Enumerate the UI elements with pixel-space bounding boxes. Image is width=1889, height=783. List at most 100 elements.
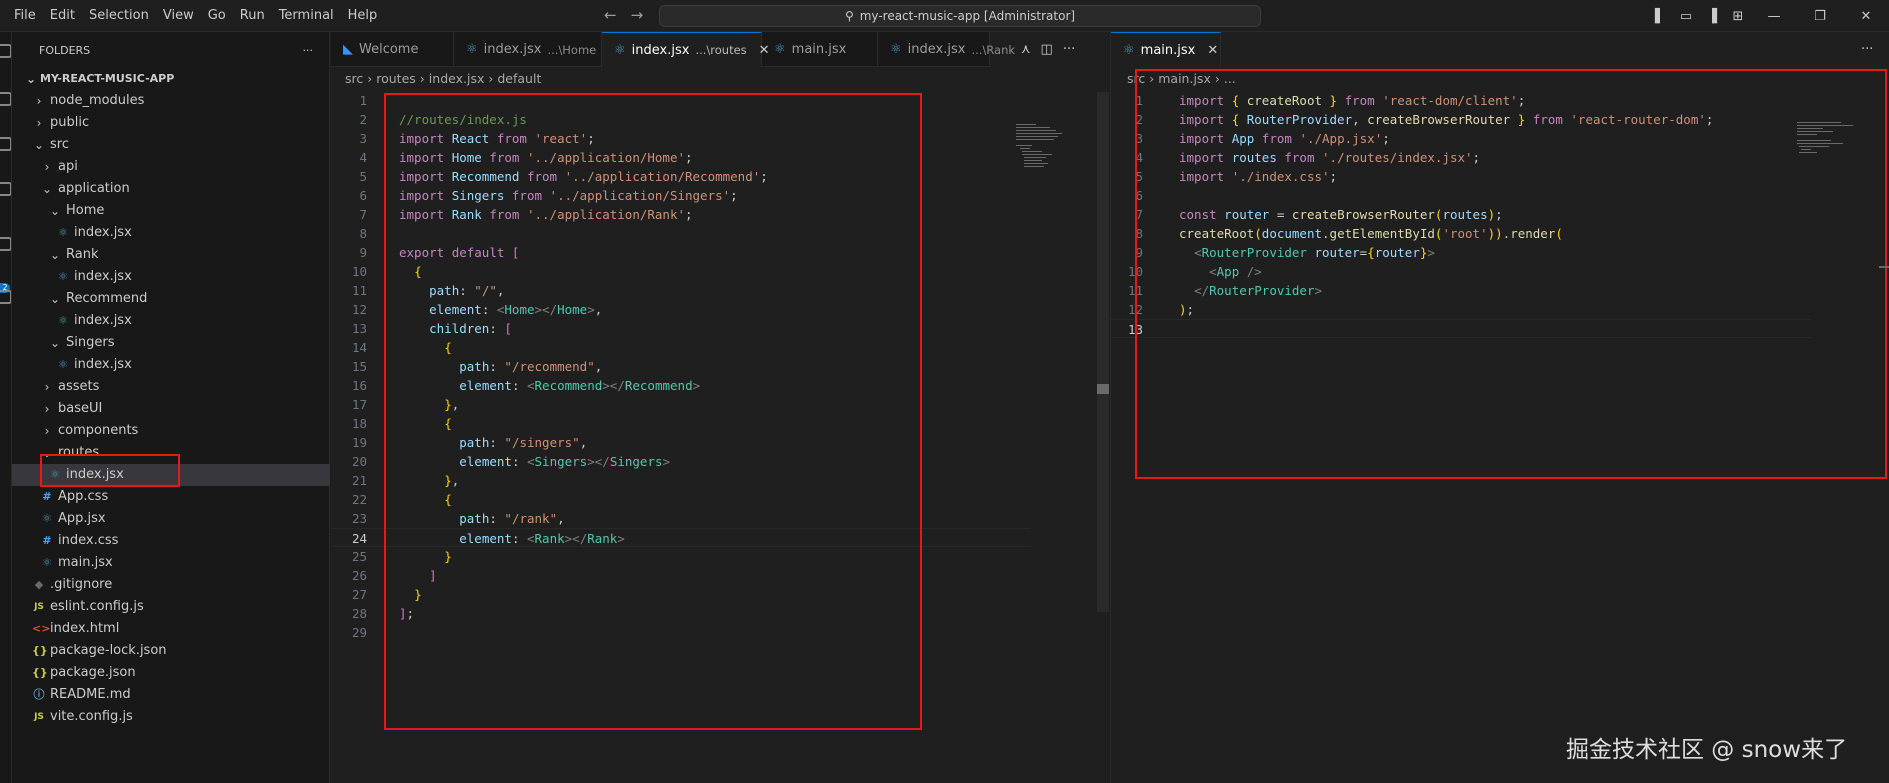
nav-arrows: ← → bbox=[604, 6, 643, 24]
chevron-right-icon: › bbox=[36, 94, 42, 108]
chevron-right-icon: › bbox=[36, 116, 42, 130]
editor-tab[interactable]: ⚛ index.jsx ...\routes ✕ bbox=[602, 32, 770, 67]
toggle-secondary-sidebar-icon[interactable]: ▐ bbox=[1699, 9, 1725, 24]
source-control-graph-icon[interactable]: ⋏ bbox=[1021, 42, 1031, 57]
tree-item[interactable]: ⚛ index.jsx bbox=[12, 266, 330, 288]
tree-item[interactable]: {} package.json bbox=[12, 662, 330, 684]
menu-item-edit[interactable]: Edit bbox=[43, 0, 82, 32]
menu-item-file[interactable]: File bbox=[7, 0, 43, 32]
tree-item-label: App.css bbox=[58, 489, 109, 504]
toggle-panel-icon[interactable]: ▭ bbox=[1673, 9, 1699, 24]
tree-item[interactable]: › api bbox=[12, 156, 330, 178]
breadcrumb: src › routes › index.jsx › default bbox=[331, 68, 545, 90]
search-view-icon[interactable] bbox=[0, 92, 11, 106]
tree-item[interactable]: › node_modules bbox=[12, 90, 330, 112]
tree-item-label: Rank bbox=[66, 247, 99, 262]
tree-item[interactable]: ◆ .gitignore bbox=[12, 574, 330, 596]
menu-item-view[interactable]: View bbox=[156, 0, 201, 32]
react-icon: ⚛ bbox=[1123, 42, 1135, 58]
toggle-primary-sidebar-icon[interactable]: ▌ bbox=[1647, 9, 1673, 24]
breadcrumb-item[interactable]: index.jsx bbox=[429, 71, 485, 86]
tree-item[interactable]: # App.css bbox=[12, 486, 330, 508]
editor-tab[interactable]: ⚛ index.jsx ...\Rank bbox=[878, 32, 1015, 67]
menu-item-terminal[interactable]: Terminal bbox=[272, 0, 341, 32]
tree-item[interactable]: ⚛ main.jsx bbox=[12, 552, 330, 574]
tree-item-label: package.json bbox=[50, 665, 136, 680]
split-editor-icon[interactable]: ◫ bbox=[1041, 42, 1053, 57]
menu-item-run[interactable]: Run bbox=[233, 0, 272, 32]
tree-item[interactable]: ⓘ README.md bbox=[12, 684, 330, 706]
menu-item-help[interactable]: Help bbox=[341, 0, 385, 32]
close-tab-icon[interactable]: ✕ bbox=[1207, 43, 1218, 58]
tree-item[interactable]: ⌄ Home bbox=[12, 200, 330, 222]
tree-item[interactable]: <> index.html bbox=[12, 618, 330, 640]
tab-label: Welcome bbox=[359, 42, 419, 57]
tree-item[interactable]: ⚛ index.jsx bbox=[12, 354, 330, 376]
explorer-sidebar: FOLDERS ··· ⌄ MY-REACT-MUSIC-APP › node_m… bbox=[12, 32, 330, 783]
menu-item-go[interactable]: Go bbox=[201, 0, 233, 32]
source-control-icon[interactable] bbox=[0, 137, 11, 151]
line-number: 22 bbox=[351, 492, 367, 507]
react-icon: ⚛ bbox=[890, 42, 902, 57]
scrollbar-thumb-right[interactable] bbox=[1879, 266, 1889, 268]
minimize-icon[interactable]: — bbox=[1751, 9, 1797, 24]
tree-item-label: public bbox=[50, 115, 90, 130]
customize-layout-icon[interactable]: ⊞ bbox=[1725, 9, 1751, 24]
breadcrumb-item[interactable]: default bbox=[497, 71, 541, 86]
line-number: 17 bbox=[351, 397, 367, 412]
remote-icon[interactable] bbox=[0, 290, 11, 304]
tree-item[interactable]: › components bbox=[12, 420, 330, 442]
tree-item[interactable]: ⌄ application bbox=[12, 178, 330, 200]
tab-description: ...\Home bbox=[547, 42, 597, 57]
tree-item[interactable]: {} package-lock.json bbox=[12, 640, 330, 662]
tree-item[interactable]: › assets bbox=[12, 376, 330, 398]
tree-item[interactable]: › baseUI bbox=[12, 398, 330, 420]
react-icon: ⚛ bbox=[58, 314, 68, 327]
more-icon[interactable]: ··· bbox=[1063, 42, 1075, 57]
line-number: 5 bbox=[359, 169, 367, 184]
tree-item[interactable]: ⌄ src bbox=[12, 134, 330, 156]
restore-icon[interactable]: ❐ bbox=[1797, 9, 1843, 24]
editor-tab[interactable]: ⚛ main.jsx ✕ bbox=[1111, 32, 1221, 67]
command-center[interactable]: ⚲ my-react-music-app [Administrator] bbox=[659, 5, 1261, 27]
css-file-icon: # bbox=[42, 534, 52, 547]
tree-item[interactable]: JS vite.config.js bbox=[12, 706, 330, 728]
line-number: 4 bbox=[359, 150, 367, 165]
tree-item[interactable]: ⚛ index.jsx bbox=[12, 222, 330, 244]
tree-item-label: vite.config.js bbox=[50, 709, 133, 724]
run-debug-icon[interactable] bbox=[0, 182, 11, 196]
back-arrow-icon[interactable]: ← bbox=[604, 6, 617, 24]
highlight-box-code-right bbox=[1135, 69, 1887, 479]
line-number: 18 bbox=[351, 416, 367, 431]
react-icon: ⚛ bbox=[774, 42, 786, 57]
forward-arrow-icon[interactable]: → bbox=[631, 6, 644, 24]
close-window-icon[interactable]: ✕ bbox=[1843, 9, 1889, 24]
tree-root[interactable]: ⌄ MY-REACT-MUSIC-APP bbox=[12, 68, 330, 90]
explorer-icon[interactable] bbox=[0, 44, 11, 58]
line-number: 11 bbox=[351, 283, 367, 298]
tree-item[interactable]: ⌄ Rank bbox=[12, 244, 330, 266]
tree-item[interactable]: # index.css bbox=[12, 530, 330, 552]
breadcrumb-item[interactable]: routes bbox=[376, 71, 416, 86]
tree-item-label: baseUI bbox=[58, 401, 103, 416]
tree-item[interactable]: › public bbox=[12, 112, 330, 134]
tree-item[interactable]: JS eslint.config.js bbox=[12, 596, 330, 618]
tree-item-label: main.jsx bbox=[58, 555, 113, 570]
tree-item[interactable]: ⌄ Recommend bbox=[12, 288, 330, 310]
more-actions-icon[interactable]: ··· bbox=[303, 44, 314, 57]
more-icon[interactable]: ··· bbox=[1861, 42, 1873, 57]
menu-item-selection[interactable]: Selection bbox=[82, 0, 156, 32]
tree-item[interactable]: ⚛ index.jsx bbox=[12, 310, 330, 332]
tree-item[interactable]: ⚛ App.jsx bbox=[12, 508, 330, 530]
json-file-icon: {} bbox=[32, 666, 48, 679]
editor-tab[interactable]: ⚛ index.jsx ...\Home bbox=[454, 32, 602, 67]
tree-item-label: Recommend bbox=[66, 291, 148, 306]
tree-item[interactable]: ⌄ Singers bbox=[12, 332, 330, 354]
editor-tab[interactable]: ⚛ main.jsx bbox=[762, 32, 878, 67]
info-file-icon: ⓘ bbox=[33, 688, 45, 701]
editor-tab[interactable]: ◣ Welcome bbox=[331, 32, 454, 67]
line-number: 28 bbox=[351, 606, 367, 621]
breadcrumb-item[interactable]: src bbox=[345, 71, 363, 86]
scrollbar-thumb-left[interactable] bbox=[1097, 384, 1109, 394]
extensions-icon[interactable] bbox=[0, 237, 11, 251]
